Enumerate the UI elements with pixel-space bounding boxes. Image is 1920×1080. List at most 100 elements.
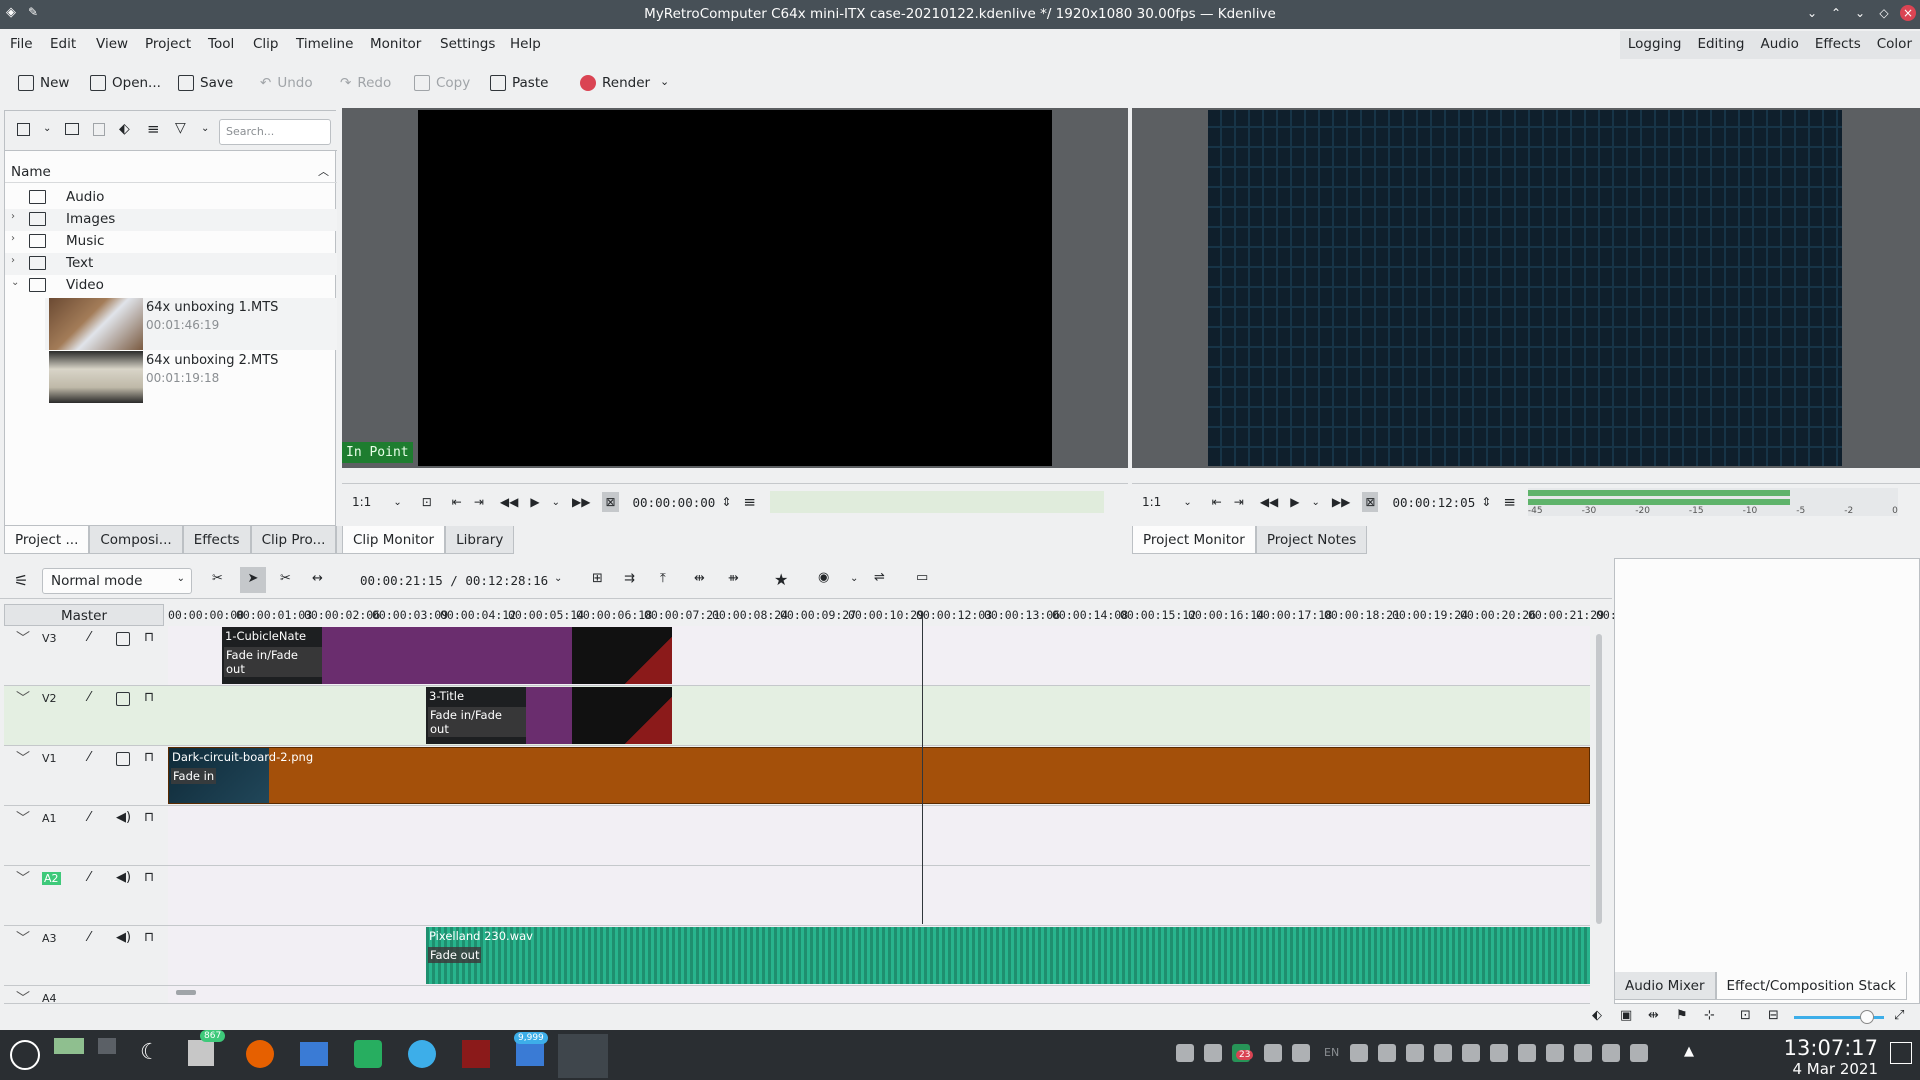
- timeline-clip[interactable]: [526, 687, 572, 744]
- tray-icon[interactable]: [1292, 1044, 1310, 1062]
- tag-icon[interactable]: ⬖: [1592, 1008, 1602, 1023]
- clip-timecode[interactable]: 00:00:00:00: [633, 495, 716, 510]
- track-a2[interactable]: [168, 866, 1590, 926]
- menu-view[interactable]: View: [96, 36, 128, 52]
- copy-button[interactable]: Copy: [414, 75, 470, 91]
- razor-tool-icon[interactable]: ✂: [280, 571, 291, 586]
- bluetooth-icon[interactable]: [1602, 1044, 1620, 1062]
- expand-arrow-icon[interactable]: ›: [11, 211, 15, 222]
- tab-project-notes[interactable]: Project Notes: [1255, 526, 1368, 554]
- menu-tool[interactable]: Tool: [208, 36, 234, 52]
- lock-icon[interactable]: ⊓: [144, 870, 154, 885]
- record-audio-icon[interactable]: ◉: [818, 570, 829, 585]
- monitor-menu-icon[interactable]: ≡: [743, 493, 756, 511]
- bin-clip-1[interactable]: 64x unboxing 1.MTS 00:01:46:19: [45, 298, 337, 350]
- film-icon[interactable]: [116, 752, 130, 766]
- extract-icon[interactable]: ⇹: [694, 571, 705, 586]
- track-v2[interactable]: 3-Title Fade in/Fade out: [168, 686, 1590, 746]
- track-header-a4[interactable]: ﹀ A4: [4, 986, 168, 1004]
- redo-button[interactable]: ↷ Redo: [340, 75, 391, 91]
- tab-project-monitor[interactable]: Project Monitor: [1132, 526, 1256, 554]
- multitrack-icon[interactable]: ✂: [212, 571, 223, 586]
- spacer-tool-icon[interactable]: ↔: [312, 571, 323, 586]
- mixer-icon[interactable]: ⇌: [874, 570, 885, 585]
- app-icon[interactable]: [462, 1040, 490, 1068]
- effects-icon[interactable]: ⁄: [88, 810, 90, 825]
- zoom-out-icon[interactable]: ⊟: [1768, 1008, 1779, 1023]
- timeline-clip[interactable]: Dark-circuit-board-2.png Fade in: [168, 747, 1590, 804]
- set-in-icon[interactable]: ⇤: [452, 495, 462, 509]
- keep-above-icon[interactable]: ⌃: [1828, 5, 1844, 21]
- timeline-vertical-scrollbar[interactable]: [1596, 634, 1602, 924]
- menu-timeline[interactable]: Timeline: [296, 36, 353, 52]
- tab-clip-properties[interactable]: Clip Pro...: [250, 526, 337, 554]
- zoom-slider[interactable]: [1794, 1010, 1884, 1024]
- tab-effects[interactable]: Effects: [182, 526, 251, 554]
- effects-icon[interactable]: ⁄: [88, 750, 90, 765]
- open-button[interactable]: Open...: [90, 75, 161, 91]
- delete-icon[interactable]: [93, 123, 105, 136]
- layout-effects[interactable]: Effects: [1807, 31, 1869, 59]
- fast-forward-icon[interactable]: ▶▶: [572, 495, 590, 509]
- track-header-v2[interactable]: ﹀ V2 ⁄ ⊓: [4, 686, 168, 746]
- track-v3[interactable]: 1-CubicleNate Fade in/Fade out: [168, 626, 1590, 686]
- folder-text[interactable]: › Text: [5, 253, 337, 275]
- undo-button[interactable]: ↶ Undo: [260, 75, 313, 91]
- timecode-spin-icon[interactable]: ⇕: [1481, 495, 1491, 509]
- play-icon[interactable]: ▶: [1290, 495, 1299, 509]
- layout-audio[interactable]: Audio: [1752, 31, 1806, 59]
- timeline-clip[interactable]: [572, 627, 672, 684]
- tray-icon[interactable]: [1378, 1044, 1396, 1062]
- monitor-menu-icon[interactable]: ≡: [1503, 493, 1516, 511]
- bin-clip-2[interactable]: 64x unboxing 2.MTS 00:01:19:18: [45, 351, 337, 403]
- add-folder-icon[interactable]: [65, 123, 79, 135]
- menu-help[interactable]: Help: [510, 36, 541, 52]
- collapse-track-icon[interactable]: ﹀: [16, 928, 30, 948]
- effects-icon[interactable]: ⁄: [88, 690, 90, 705]
- folder-images[interactable]: › Images: [5, 209, 337, 231]
- timeline-ruler[interactable]: 00:00:00:00 00:00:01:03 00:00:02:06 00:0…: [168, 604, 1617, 626]
- track-header-v1[interactable]: ﹀ V1 ⁄ ⊓: [4, 746, 168, 806]
- tab-audio-mixer[interactable]: Audio Mixer: [1614, 972, 1716, 1000]
- lock-icon[interactable]: ⊓: [144, 750, 154, 765]
- collapse-track-icon[interactable]: ﹀: [16, 868, 30, 888]
- add-clip-dropdown-icon[interactable]: ⌄: [43, 123, 51, 134]
- effects-icon[interactable]: ⁄: [88, 870, 90, 885]
- menu-edit[interactable]: Edit: [50, 36, 76, 52]
- fast-forward-icon[interactable]: ▶▶: [1332, 495, 1350, 509]
- play-dropdown-icon[interactable]: ⌄: [1312, 497, 1320, 508]
- menu-file[interactable]: File: [10, 36, 33, 52]
- track-header-a1[interactable]: ﹀ A1 ⁄ ◀) ⊓: [4, 806, 168, 866]
- layout-logging[interactable]: Logging: [1620, 31, 1690, 59]
- track-options-icon[interactable]: ⚟: [14, 571, 28, 590]
- timeline-playhead[interactable]: [922, 614, 923, 924]
- menu-clip[interactable]: Clip: [253, 36, 279, 52]
- edit-mode-select[interactable]: Normal mode ⌄: [42, 568, 192, 594]
- search-icon[interactable]: ☾: [140, 1040, 160, 1065]
- clock[interactable]: 13:07:17 4 Mar 2021: [1784, 1036, 1878, 1078]
- snap-icon[interactable]: ⇹: [1648, 1008, 1659, 1023]
- menu-monitor[interactable]: Monitor: [370, 36, 421, 52]
- collapse-track-icon[interactable]: ﹀: [16, 808, 30, 828]
- render-button[interactable]: Render: [580, 75, 650, 91]
- folder-audio[interactable]: Audio: [5, 187, 337, 209]
- timeline-clip[interactable]: Pixelland 230.wav Fade out: [426, 927, 1590, 984]
- tray-icon[interactable]: [1434, 1044, 1452, 1062]
- pager-desktop-2[interactable]: [98, 1038, 116, 1054]
- maximize-icon[interactable]: ◇: [1876, 5, 1892, 21]
- keyboard-layout[interactable]: EN: [1324, 1046, 1339, 1059]
- favorite-icon[interactable]: ★: [774, 570, 788, 589]
- lock-icon[interactable]: ⊓: [144, 630, 154, 645]
- zoom-fit-icon[interactable]: ⊡: [1740, 1008, 1751, 1023]
- clip-zoom[interactable]: 1:1: [352, 495, 371, 509]
- tray-icon[interactable]: [1176, 1044, 1194, 1062]
- project-monitor-view[interactable]: [1132, 108, 1920, 468]
- tab-library[interactable]: Library: [445, 526, 515, 554]
- project-monitor-ruler[interactable]: [1132, 468, 1920, 484]
- guide-icon[interactable]: ⊹: [1704, 1008, 1715, 1023]
- rewind-icon[interactable]: ◀◀: [1260, 495, 1278, 509]
- tray-icon[interactable]: [1350, 1044, 1368, 1062]
- timeline-clip[interactable]: 3-Title Fade in/Fade out: [426, 687, 526, 744]
- render-dropdown-icon[interactable]: ⌄: [660, 75, 669, 88]
- tab-effect-stack[interactable]: Effect/Composition Stack: [1715, 972, 1907, 1000]
